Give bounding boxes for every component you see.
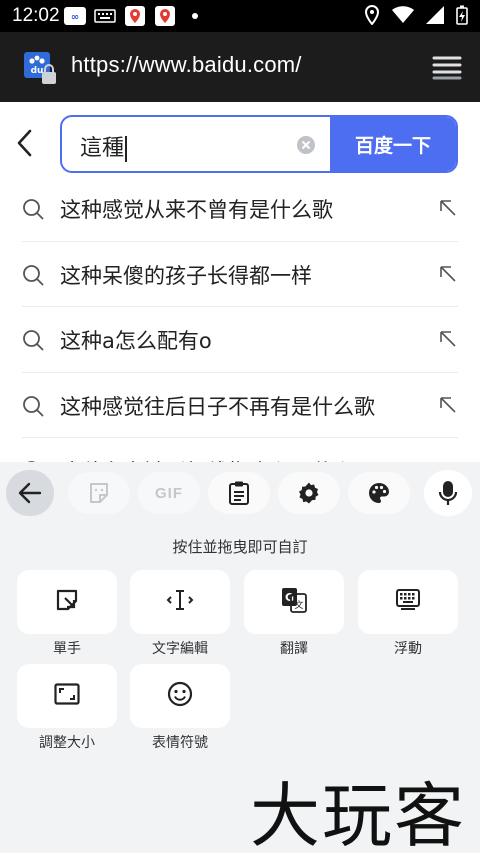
baidu-app-icon: ∞	[64, 6, 86, 26]
baidu-paw-icon[interactable]: du	[24, 52, 58, 86]
dot-icon	[184, 6, 206, 26]
maps-pin-icon	[154, 6, 176, 26]
back-chevron-icon[interactable]	[10, 125, 42, 161]
mic-icon[interactable]	[424, 470, 472, 516]
suggestion-text: 这种感觉从来不曾有是什么歌	[60, 198, 333, 222]
signal-icon	[426, 6, 444, 28]
search-icon	[22, 264, 44, 286]
suggestion-item[interactable]: 这种感觉往后日子不再有是什么歌	[22, 373, 458, 438]
text-cursor-icon	[165, 588, 195, 616]
location-icon	[364, 4, 380, 29]
wifi-icon	[392, 6, 414, 28]
floating-label: 浮動	[394, 641, 422, 657]
search-icon	[22, 395, 44, 417]
system-icons	[364, 4, 468, 29]
suggestion-item[interactable]: 这种感觉从来不曾有是什么歌	[22, 176, 458, 242]
clipboard-icon[interactable]	[208, 472, 270, 514]
emoji-icon	[167, 681, 193, 711]
fill-query-arrow-icon[interactable]	[438, 264, 458, 284]
suggestion-text: 这种a怎么配有o	[60, 329, 212, 353]
clear-icon[interactable]	[296, 135, 316, 155]
status-bar: 12:02 ∞	[0, 0, 480, 32]
resize-tile[interactable]	[17, 664, 117, 728]
sticker-icon[interactable]	[68, 472, 130, 514]
keyboard-icon	[94, 6, 116, 26]
search-button[interactable]: 百度一下	[330, 117, 456, 171]
url-text[interactable]: https://www.baidu.com/	[71, 52, 302, 78]
suggestion-item[interactable]: 这种呆傻的孩子长得都一样	[22, 242, 458, 307]
svg-text:文: 文	[294, 599, 303, 611]
translate-tile[interactable]: G文	[244, 570, 344, 634]
suggestion-text: 这种呆傻的孩子长得都一样	[60, 263, 312, 288]
translate-icon: G文	[281, 587, 307, 617]
one-handed-icon	[55, 588, 79, 616]
svg-text:大玩客: 大玩客	[250, 776, 466, 848]
svg-text:∞: ∞	[71, 12, 79, 23]
search-icon	[22, 198, 44, 220]
search-icon	[22, 329, 44, 351]
settings-icon[interactable]	[278, 472, 340, 514]
svg-text:du: du	[31, 66, 44, 76]
maps-pin-icon	[124, 6, 146, 26]
keyboard-toolbar: GIF	[0, 462, 480, 524]
svg-text:G: G	[285, 591, 294, 604]
gif-icon[interactable]: GIF	[138, 472, 200, 514]
one-handed-tile[interactable]	[17, 570, 117, 634]
text-editing-label: 文字編輯	[152, 641, 208, 657]
fill-query-arrow-icon[interactable]	[438, 395, 458, 415]
palette-icon[interactable]	[348, 472, 410, 514]
gif-label: GIF	[155, 484, 183, 502]
one-handed-label: 單手	[53, 641, 81, 657]
text-editing-tile[interactable]	[130, 570, 230, 634]
back-arrow-icon[interactable]	[6, 470, 54, 516]
translate-label: 翻譯	[280, 641, 308, 657]
emoji-label: 表情符號	[152, 735, 208, 751]
floating-keyboard-icon	[395, 588, 421, 616]
search-input[interactable]: 這種	[80, 130, 128, 162]
browser-url-bar: du https://www.baidu.com/	[0, 32, 480, 102]
fill-query-arrow-icon[interactable]	[438, 198, 458, 218]
emoji-tile[interactable]	[130, 664, 230, 728]
resize-icon	[54, 683, 80, 709]
battery-charging-icon	[456, 5, 468, 29]
notification-icons: ∞	[64, 6, 206, 26]
suggestion-text: 这种感觉往后日子不再有是什么歌	[60, 394, 375, 419]
status-time: 12:02	[12, 5, 60, 26]
suggestion-list: 这种感觉从来不曾有是什么歌 这种呆傻的孩子长得都一样 这种a怎么配有o 这种感觉…	[22, 176, 458, 504]
tabs-menu-icon[interactable]	[430, 54, 464, 82]
customize-hint: 按住並拖曳即可自訂	[172, 538, 308, 556]
fill-query-arrow-icon[interactable]	[438, 329, 458, 349]
floating-tile[interactable]	[358, 570, 458, 634]
suggestion-item[interactable]: 这种a怎么配有o	[22, 307, 458, 373]
watermark-logo: 大玩客	[250, 776, 466, 848]
search-box[interactable]: 這種 百度一下	[60, 115, 458, 173]
resize-label: 調整大小	[39, 735, 95, 751]
